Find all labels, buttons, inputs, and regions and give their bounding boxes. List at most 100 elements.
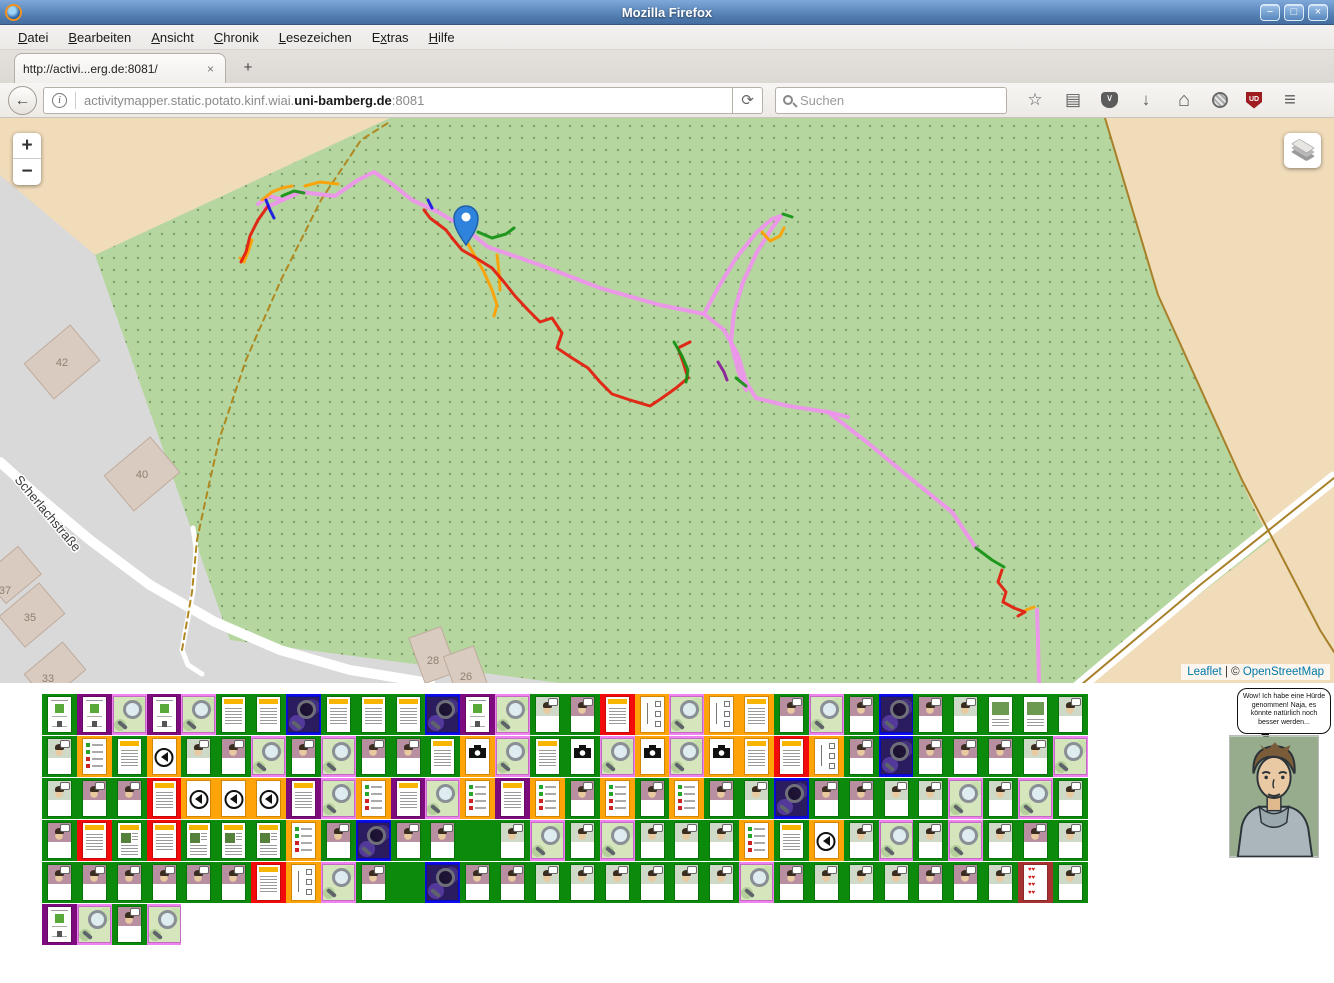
timeline-cell-portp[interactable] bbox=[844, 778, 879, 819]
timeline-cell-mag[interactable] bbox=[425, 778, 460, 819]
layers-control[interactable] bbox=[1284, 133, 1321, 168]
timeline-cell-port[interactable] bbox=[600, 862, 635, 903]
timeline-cell-portp[interactable] bbox=[112, 778, 147, 819]
timeline-cell-tree[interactable] bbox=[286, 862, 321, 903]
timeline-cell-portp[interactable] bbox=[913, 736, 948, 777]
timeline-cell-mag[interactable] bbox=[495, 694, 530, 735]
timeline-cell-mag[interactable] bbox=[600, 820, 635, 861]
timeline-cell-portp[interactable] bbox=[704, 778, 739, 819]
timeline-cell-docphoto[interactable] bbox=[112, 820, 147, 861]
timeline-cell-doc[interactable] bbox=[600, 694, 635, 735]
timeline-cell-doc[interactable] bbox=[774, 820, 809, 861]
timeline-cell-mag[interactable] bbox=[530, 820, 565, 861]
timeline-cell-mag[interactable] bbox=[495, 736, 530, 777]
timeline-cell-portp[interactable] bbox=[635, 778, 670, 819]
timeline-cell-port[interactable] bbox=[739, 778, 774, 819]
timeline-cell-portp[interactable] bbox=[565, 778, 600, 819]
timeline-cell-doc[interactable] bbox=[356, 694, 391, 735]
new-tab-button[interactable]: + bbox=[236, 58, 260, 78]
timeline-cell-portp[interactable] bbox=[77, 862, 112, 903]
bookmarks-list-icon[interactable]: ▤ bbox=[1063, 90, 1083, 110]
browser-tab[interactable]: http://activi...erg.de:8081/ × bbox=[14, 53, 226, 83]
timeline-cell-doc[interactable] bbox=[739, 694, 774, 735]
timeline-cell-port[interactable] bbox=[983, 820, 1018, 861]
timeline-cell-tree[interactable] bbox=[809, 736, 844, 777]
timeline-cell-doc[interactable] bbox=[321, 694, 356, 735]
timeline-cell-portp[interactable] bbox=[774, 862, 809, 903]
timeline-cell-portp[interactable] bbox=[565, 694, 600, 735]
url-bar[interactable]: i activitymapper.static.potato.kinf.wiai… bbox=[43, 87, 733, 114]
timeline-cell-chk[interactable] bbox=[739, 820, 774, 861]
timeline-cell-port[interactable] bbox=[1053, 820, 1088, 861]
sketch-globe-icon[interactable] bbox=[1212, 92, 1228, 108]
osm-link[interactable]: OpenStreetMap bbox=[1243, 666, 1324, 678]
timeline-cell-app[interactable] bbox=[42, 904, 77, 945]
timeline-cell-tree[interactable] bbox=[704, 694, 739, 735]
timeline-cell-doc[interactable] bbox=[391, 694, 426, 735]
timeline-cell-magd[interactable] bbox=[425, 694, 460, 735]
timeline-cell-doc[interactable] bbox=[77, 820, 112, 861]
timeline-cell-mag[interactable] bbox=[948, 820, 983, 861]
timeline-cell-mag[interactable] bbox=[321, 736, 356, 777]
reload-button[interactable]: ⟳ bbox=[733, 87, 763, 114]
timeline-cell-chk[interactable] bbox=[460, 778, 495, 819]
timeline-cell-doc[interactable] bbox=[774, 736, 809, 777]
site-info-icon[interactable]: i bbox=[52, 93, 67, 108]
timeline-cell-tree[interactable] bbox=[635, 694, 670, 735]
timeline-cell-portp[interactable] bbox=[112, 862, 147, 903]
search-bar[interactable]: Suchen bbox=[775, 87, 1007, 114]
hamburger-menu-icon[interactable]: ≡ bbox=[1280, 89, 1300, 112]
timeline-cell-portp[interactable] bbox=[844, 736, 879, 777]
pocket-icon[interactable]: ∨ bbox=[1101, 92, 1118, 108]
timeline-cell-app[interactable] bbox=[77, 694, 112, 735]
timeline-cell-docphoto[interactable] bbox=[181, 820, 216, 861]
timeline-cell-doc[interactable] bbox=[739, 736, 774, 777]
timeline-cell-spk[interactable] bbox=[181, 778, 216, 819]
timeline-cell-port[interactable] bbox=[844, 820, 879, 861]
timeline-cell-magd[interactable] bbox=[879, 736, 914, 777]
zoom-in-button[interactable]: + bbox=[13, 133, 41, 159]
menu-item-hilfe[interactable]: Hilfe bbox=[419, 27, 465, 48]
timeline-cell-portp[interactable] bbox=[391, 820, 426, 861]
timeline-cell-port[interactable] bbox=[1053, 694, 1088, 735]
home-icon[interactable]: ⌂ bbox=[1174, 89, 1194, 112]
timeline-cell-mag[interactable] bbox=[321, 778, 356, 819]
timeline-cell-doc[interactable] bbox=[112, 736, 147, 777]
timeline-cell-cam[interactable] bbox=[460, 736, 495, 777]
url-text[interactable]: activitymapper.static.potato.kinf.wiai.u… bbox=[84, 93, 424, 108]
timeline-cell-mag[interactable] bbox=[251, 736, 286, 777]
timeline-cell-portp[interactable] bbox=[495, 862, 530, 903]
timeline-cell-empty[interactable] bbox=[460, 820, 495, 861]
timeline-cell-port[interactable] bbox=[530, 694, 565, 735]
timeline-cell-portp[interactable] bbox=[948, 736, 983, 777]
timeline-cell-port[interactable] bbox=[809, 862, 844, 903]
timeline-cell-portp[interactable] bbox=[983, 736, 1018, 777]
menu-item-chronik[interactable]: Chronik bbox=[204, 27, 269, 48]
timeline-cell-mag[interactable] bbox=[739, 862, 774, 903]
timeline-cell-port[interactable] bbox=[42, 778, 77, 819]
timeline-cell-portp[interactable] bbox=[425, 820, 460, 861]
timeline-cell-portp[interactable] bbox=[181, 862, 216, 903]
timeline-cell-portp[interactable] bbox=[913, 694, 948, 735]
timeline-cell-cam[interactable] bbox=[635, 736, 670, 777]
timeline-cell-port[interactable] bbox=[635, 862, 670, 903]
timeline-cell-docphoto[interactable] bbox=[216, 820, 251, 861]
timeline-cell-port[interactable] bbox=[844, 862, 879, 903]
timeline-cell-mag[interactable] bbox=[600, 736, 635, 777]
timeline-cell-doc[interactable] bbox=[251, 862, 286, 903]
timeline-cell-port[interactable] bbox=[495, 820, 530, 861]
timeline-cell-portp[interactable] bbox=[77, 778, 112, 819]
timeline-cell-doc[interactable] bbox=[495, 778, 530, 819]
timeline-cell-mag[interactable] bbox=[77, 904, 112, 945]
timeline-cell-port[interactable] bbox=[913, 778, 948, 819]
timeline-cell-chk[interactable] bbox=[669, 778, 704, 819]
timeline-cell-port[interactable] bbox=[1053, 778, 1088, 819]
timeline-cell-mag[interactable] bbox=[321, 862, 356, 903]
timeline-cell-magd[interactable] bbox=[286, 694, 321, 735]
timeline-cell-portp[interactable] bbox=[42, 862, 77, 903]
timeline-cell-cam[interactable] bbox=[565, 736, 600, 777]
timeline-cell-magd[interactable] bbox=[774, 778, 809, 819]
download-icon[interactable]: ↓ bbox=[1136, 90, 1156, 110]
timeline-cell-mag[interactable] bbox=[147, 904, 182, 945]
timeline-cell-chk[interactable] bbox=[356, 778, 391, 819]
